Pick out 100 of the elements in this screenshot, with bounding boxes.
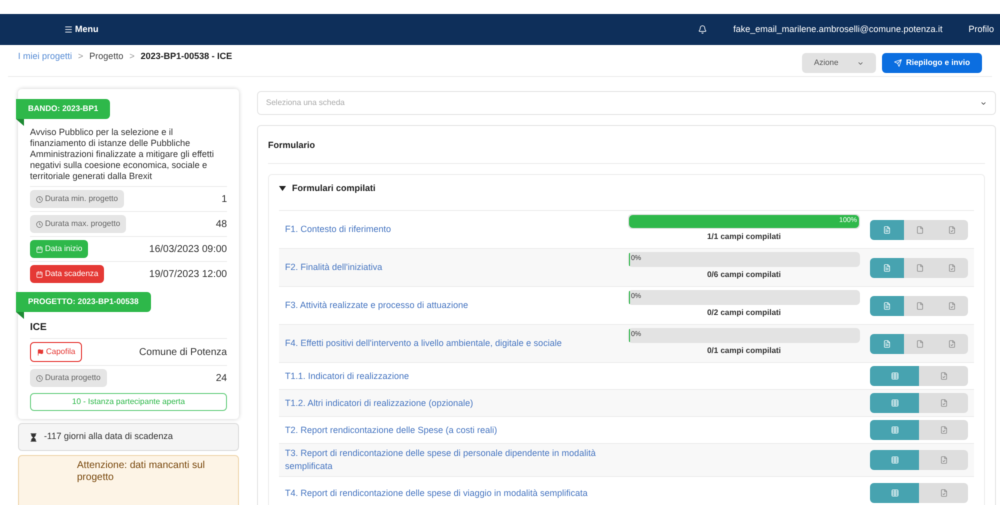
deadline-badge: Data scadenza — [30, 265, 104, 283]
edit-form-button[interactable] — [870, 220, 904, 240]
lead-badge: Capofila — [30, 342, 82, 362]
document-check-icon — [940, 426, 948, 434]
info-value: Comune di Potenza — [139, 346, 227, 360]
view-form-button[interactable] — [904, 220, 936, 240]
ribbon-fold-icon — [16, 312, 24, 319]
fields-count: 0/2 campi compilati — [706, 307, 782, 319]
clock-icon — [36, 374, 43, 382]
call-description: Avviso Pubblico per la selezione e il finanziamento di istanze delle Pubbliche Amministrazioni finalizzate a mitigare gli effetti negativi sulla coesione economica, sociale e territoriale generati dalla Brexit — [30, 127, 215, 182]
duration-badge: Durata progetto — [30, 369, 107, 387]
document-check-icon — [940, 399, 948, 407]
table-icon — [890, 372, 898, 380]
document-icon — [916, 264, 924, 272]
check-table-button[interactable] — [919, 450, 968, 470]
document-icon — [883, 264, 891, 272]
accordion-header[interactable]: Formulari compilati — [279, 174, 376, 202]
breadcrumb-separator: > — [129, 50, 135, 63]
form-link[interactable]: T1.1. Indicatori di realizzazione — [279, 363, 624, 389]
panel-title: Formulario — [268, 126, 985, 164]
document-icon — [883, 340, 891, 348]
edit-form-button[interactable] — [870, 296, 904, 316]
project-name: ICE — [30, 321, 48, 335]
status-badge: 10 - Istanza partecipante aperta — [30, 393, 227, 411]
menu-button[interactable]: Menu — [64, 22, 98, 36]
check-table-button[interactable] — [919, 483, 968, 503]
breadcrumb-link[interactable]: 2023-BP1-00538 - ICE — [140, 50, 232, 64]
hourglass-icon — [29, 432, 38, 442]
table-icon — [890, 456, 898, 464]
document-check-icon — [948, 264, 956, 272]
edit-table-button[interactable] — [870, 366, 919, 386]
document-icon — [916, 340, 924, 348]
caret-icon — [856, 60, 864, 66]
edit-table-button[interactable] — [870, 483, 919, 503]
info-value: 48 — [216, 218, 227, 232]
warning-panel: Attenzione: dati mancanti sul progetto — [18, 455, 239, 505]
form-link[interactable]: T2. Report rendicontazione delle Spese (a costi reali) — [279, 417, 624, 443]
edit-table-button[interactable] — [870, 420, 919, 440]
document-check-icon — [940, 456, 948, 464]
view-form-button[interactable] — [904, 258, 936, 278]
check-form-button[interactable] — [936, 220, 968, 240]
edit-table-button[interactable] — [870, 393, 919, 413]
clock-icon — [36, 220, 43, 228]
edit-table-button[interactable] — [870, 450, 919, 470]
check-form-button[interactable] — [936, 296, 968, 316]
caret-icon — [279, 186, 286, 191]
tab-select[interactable]: Seleziona una scheda — [257, 91, 996, 115]
flag-icon — [37, 348, 44, 356]
start-date-badge: Data inizio — [30, 240, 88, 258]
edit-form-button[interactable] — [870, 334, 904, 354]
check-form-button[interactable] — [936, 334, 968, 354]
document-check-icon — [940, 372, 948, 380]
send-icon — [894, 59, 902, 67]
user-email: fake_email_marilene.ambroselli@comune.potenza.it — [733, 22, 942, 36]
form-link[interactable]: F1. Contesto di riferimento — [279, 211, 624, 248]
form-link[interactable]: T4. Report di rendicontazione delle spese di viaggio in modalità semplificata — [279, 477, 624, 505]
submit-button[interactable]: Riepilogo e invio — [882, 53, 982, 73]
document-check-icon — [948, 302, 956, 310]
check-table-button[interactable] — [919, 366, 968, 386]
document-check-icon — [940, 489, 948, 497]
document-icon — [916, 302, 924, 310]
action-dropdown[interactable]: Azione — [802, 53, 876, 73]
ribbon-fold-icon — [16, 119, 24, 126]
table-icon — [890, 489, 898, 497]
view-form-button[interactable] — [904, 334, 936, 354]
fields-count: 1/1 campi compilati — [706, 231, 782, 243]
table-icon — [890, 426, 898, 434]
caret-icon — [980, 100, 987, 106]
ribbon-label: PROGETTO: 2023-BP1-00538 — [16, 292, 151, 312]
edit-form-button[interactable] — [870, 258, 904, 278]
info-value: 16/03/2023 09:00 — [149, 242, 227, 256]
check-table-button[interactable] — [919, 420, 968, 440]
view-form-button[interactable] — [904, 296, 936, 316]
profile-link[interactable]: Profilo — [968, 22, 994, 36]
check-table-button[interactable] — [919, 393, 968, 413]
form-link[interactable]: F4. Effetti positivi dell'intervento a livello ambientale, digitale e sociale — [279, 325, 624, 362]
info-value: 1 — [221, 192, 227, 206]
check-form-button[interactable] — [936, 258, 968, 278]
calendar-icon — [36, 246, 43, 252]
breadcrumb-link[interactable]: Progetto — [89, 50, 124, 64]
bell-icon — [698, 25, 708, 34]
fields-count: 0/6 campi compilati — [706, 269, 782, 281]
document-icon — [916, 226, 924, 234]
breadcrumb-link[interactable]: I miei progetti — [18, 50, 72, 64]
info-value: 19/07/2023 12:00 — [149, 268, 227, 282]
calendar-icon — [36, 270, 43, 278]
duration-badge: Durata min. progetto — [30, 190, 124, 208]
form-link[interactable]: F2. Finalità dell'iniziativa — [279, 249, 624, 286]
duration-badge: Durata max. progetto — [30, 215, 126, 233]
clock-icon — [36, 196, 43, 202]
document-check-icon — [948, 226, 956, 234]
breadcrumb-separator: > — [78, 50, 84, 63]
countdown-panel: -117 giorni alla data di scadenza — [18, 423, 239, 451]
menu-icon — [64, 25, 73, 34]
document-icon — [883, 302, 891, 310]
fields-count: 0/1 campi compilati — [706, 345, 782, 357]
ribbon-label: BANDO: 2023-BP1 — [16, 99, 110, 119]
form-link[interactable]: F3. Attività realizzate e processo di attuazione — [279, 287, 624, 324]
info-value: 24 — [216, 372, 227, 386]
document-icon — [883, 226, 891, 234]
